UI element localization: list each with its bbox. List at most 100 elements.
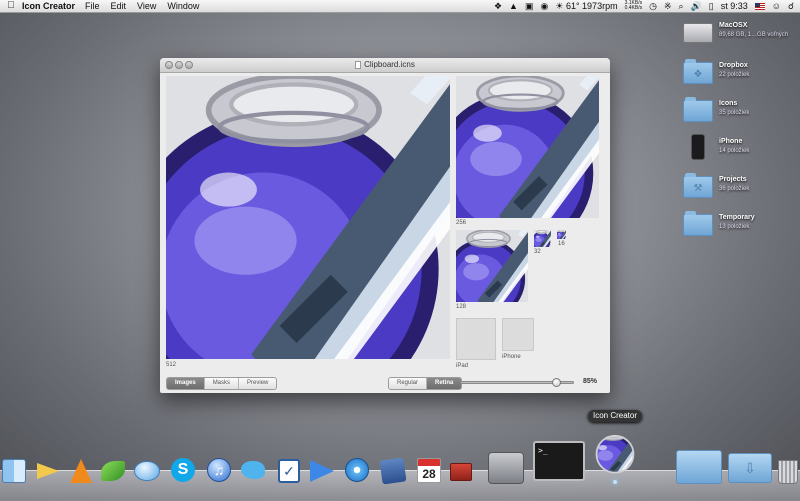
dropbox-status-icon[interactable]: ❖ xyxy=(494,0,502,12)
view-segmented-control: Images Masks Preview xyxy=(166,377,278,390)
title-bar[interactable]: Clipboard.icns xyxy=(160,58,610,73)
icon-creator-icon[interactable] xyxy=(593,428,637,486)
network-speed[interactable]: 3.1KB/s 0.4KB/s xyxy=(625,1,643,11)
skype-icon[interactable]: S xyxy=(168,455,199,486)
itunes-icon[interactable]: ♫ xyxy=(204,455,235,486)
desktop-icon-iphone[interactable]: iPhone 14 položiek xyxy=(683,134,798,166)
volume-icon[interactable]: 🔊 xyxy=(691,0,702,12)
battery-icon[interactable]: ▯ xyxy=(709,0,714,12)
system-preferences-icon[interactable] xyxy=(486,450,526,486)
tab-regular[interactable]: Regular xyxy=(389,378,428,389)
xcode-icon[interactable] xyxy=(378,455,409,486)
running-indicator xyxy=(613,480,617,484)
zoom-slider-knob[interactable] xyxy=(552,378,562,387)
desktop-icon-temporary[interactable]: Temporary 13 položiek xyxy=(683,210,798,242)
send-arrow-icon[interactable] xyxy=(306,455,337,486)
calendar-icon[interactable]: 28 xyxy=(414,455,445,486)
desktop-icon-subtitle: 14 položiek xyxy=(719,148,750,154)
toolbox-icon[interactable] xyxy=(446,455,477,486)
menu-file[interactable]: File xyxy=(85,0,100,12)
desktop-icon-subtitle: 22 položiek xyxy=(719,72,750,78)
desktop-icon-subtitle: 36 položiek xyxy=(719,186,750,192)
menu-view[interactable]: View xyxy=(137,0,156,12)
ink-pen-artwork xyxy=(456,76,599,218)
window-title: Clipboard.icns xyxy=(364,60,415,69)
size-label-512: 512 xyxy=(166,362,177,368)
zoom-value: 85% xyxy=(583,378,598,385)
tasks-icon[interactable]: ✓ xyxy=(274,455,305,486)
desktop-icon-icons[interactable]: Icons 35 položiek xyxy=(683,96,798,128)
safari-icon[interactable] xyxy=(342,455,373,486)
vlc-icon[interactable] xyxy=(66,455,97,486)
desktop-icon-subtitle: 89,68 GB, 1…GB voľných xyxy=(719,32,789,38)
ink-pen-artwork xyxy=(557,230,566,239)
twitter-bird-icon[interactable] xyxy=(238,455,269,486)
leaf-icon[interactable] xyxy=(98,455,129,486)
calendar-day: 28 xyxy=(422,467,436,481)
desktop-icon-dropbox[interactable]: ❖ Dropbox 22 položiek xyxy=(683,58,798,90)
display-icon[interactable]: ▣ xyxy=(525,0,534,12)
preview-32[interactable] xyxy=(534,230,551,247)
desktop-icon-subtitle: 13 položiek xyxy=(719,224,750,230)
preview-512[interactable] xyxy=(166,76,450,359)
desktop-icon-label: MacOSX xyxy=(719,22,748,29)
menu-window[interactable]: Window xyxy=(167,0,199,12)
tab-preview[interactable]: Preview xyxy=(239,378,276,389)
zoom-button[interactable] xyxy=(185,61,193,69)
finder-icon[interactable] xyxy=(0,455,31,486)
messages-icon[interactable] xyxy=(132,455,163,486)
calendar-header xyxy=(418,459,440,466)
preview-128[interactable] xyxy=(456,230,528,302)
net-down: 0.4KB/s xyxy=(624,5,643,11)
ink-pen-artwork xyxy=(534,230,551,247)
zoom-slider[interactable] xyxy=(460,378,574,387)
preview-16[interactable] xyxy=(557,230,566,239)
user-icon[interactable]: ☺ xyxy=(772,0,781,12)
preview-256[interactable] xyxy=(456,76,599,218)
close-button[interactable] xyxy=(165,61,173,69)
folder-icon xyxy=(683,97,713,122)
app-menu[interactable]: Icon Creator xyxy=(22,0,75,12)
tab-retina[interactable]: Retina xyxy=(427,378,462,389)
tab-images[interactable]: Images xyxy=(167,378,205,389)
minimize-button[interactable] xyxy=(175,61,183,69)
megaphone-icon[interactable] xyxy=(34,455,65,486)
menu-edit[interactable]: Edit xyxy=(111,0,127,12)
status-area: ❖ ▲ ▣ ◉ ☀ 61° 1973rpm 3.1KB/s 0.4KB/s ◷ … xyxy=(494,0,800,12)
desktop-icon-label: iPhone xyxy=(719,138,743,145)
desktop-icon-macosx[interactable]: MacOSX 89,68 GB, 1…GB voľných xyxy=(683,18,798,50)
weather-status[interactable]: ☀ 61° 1973rpm xyxy=(555,0,617,12)
size-label-ipad: iPad xyxy=(456,363,469,369)
ink-pen-artwork xyxy=(595,434,635,474)
size-label-128: 128 xyxy=(456,304,467,310)
terminal-icon[interactable]: >_ xyxy=(533,441,585,486)
desktop-icon-projects[interactable]: ⚒ Projects 36 položiek xyxy=(683,172,798,204)
wifi-icon[interactable]: ⌕ xyxy=(679,0,684,12)
tab-masks[interactable]: Masks xyxy=(205,378,240,389)
dropbox-folder-icon: ❖ xyxy=(683,59,713,84)
chat-status-icon[interactable]: ◉ xyxy=(540,0,548,12)
input-source-flag-icon[interactable] xyxy=(754,2,765,10)
menu-bar:  Icon Creator File Edit View Window ❖ ▲… xyxy=(0,0,800,13)
size-label-256: 256 xyxy=(456,220,467,226)
spotlight-icon[interactable]: ☌ xyxy=(788,0,794,12)
apple-menu-icon[interactable]:  xyxy=(0,0,22,12)
clock[interactable]: st 9:33 xyxy=(721,0,748,12)
trash-icon[interactable] xyxy=(776,456,800,486)
downloads-folder-icon[interactable]: ⇩ xyxy=(728,449,774,486)
tools-folder-icon: ⚒ xyxy=(683,173,713,198)
documents-folder-icon[interactable] xyxy=(676,444,722,486)
desktop-icon-label: Dropbox xyxy=(719,62,748,69)
upload-status-icon[interactable]: ▲ xyxy=(509,0,518,12)
ipad-placeholder[interactable] xyxy=(456,318,496,360)
folder-icon xyxy=(683,211,713,236)
icon-creator-window: Clipboard.icns 512 256 128 32 16 iPad iP… xyxy=(160,58,610,393)
iphone-placeholder[interactable] xyxy=(502,318,534,351)
desktop-icon-label: Icons xyxy=(719,100,738,107)
clock-icon[interactable]: ◷ xyxy=(649,0,657,12)
hard-drive-icon xyxy=(683,23,713,43)
desktop-icon-subtitle: 35 položiek xyxy=(719,110,750,116)
document-icon xyxy=(355,60,362,69)
bluetooth-icon[interactable]: ※ xyxy=(664,0,672,12)
size-label-16: 16 xyxy=(558,241,565,247)
